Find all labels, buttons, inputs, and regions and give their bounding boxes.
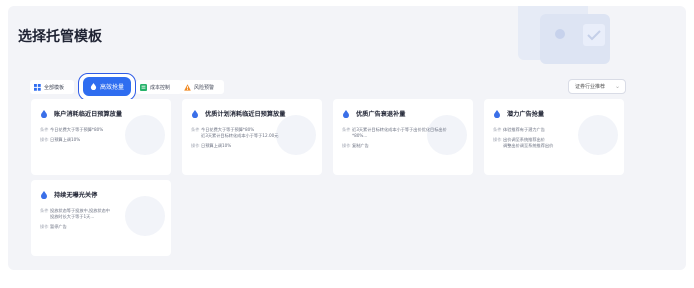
drop-icon	[41, 109, 47, 118]
template-card[interactable]: 优质广告衰退补量 条件 近3天累计目标转化成本小于等于出价优化目标出价 *80%…	[333, 99, 473, 175]
operation-row: 操作 复制广告	[342, 143, 369, 149]
condition-label: 条件	[493, 127, 502, 132]
tab-label: 全部模板	[44, 84, 65, 91]
template-card[interactable]: 潜力广告抢量 条件 体验推荐有于潜力广告 操作 出价调至系统推荐出价 调整出价调…	[484, 99, 624, 175]
card-title: 持续无曝光关停	[54, 192, 98, 199]
industry-select-value: 证券行业推荐	[575, 84, 606, 90]
warning-icon	[184, 83, 191, 91]
condition-row: 条件 体验推荐有于潜力广告	[493, 127, 545, 133]
template-card[interactable]: 优质计划消耗临近日预算放量 条件 今日花费大于等于预算*80% 近3天累计目标转…	[182, 99, 322, 175]
operation-text: 调整出价调至系统推荐出价	[503, 143, 554, 148]
operation-text: 复制广告	[352, 143, 369, 148]
condition-label: 条件	[342, 127, 351, 132]
tab-active-highlight: 高效抢量	[78, 73, 136, 101]
hero-illustration	[518, 6, 610, 64]
drop-icon	[41, 190, 47, 199]
card-title: 账户消耗临近日预算放量	[54, 111, 123, 118]
condition-text: 投放时长大于等于1天...	[50, 214, 95, 219]
operation-label: 操作	[191, 143, 200, 148]
condition-label: 条件	[40, 208, 49, 213]
drop-icon	[494, 109, 500, 118]
operation-label: 操作	[493, 137, 502, 142]
condition-text: 今日花费大于等于预算*80%	[50, 127, 104, 132]
condition-text: 近3天累计目标转化成本小于等于12.00元	[201, 133, 279, 138]
drop-icon	[90, 83, 97, 90]
tab-label: 成本控制	[150, 84, 171, 91]
condition-row: 条件 近3天累计目标转化成本小于等于出价优化目标出价 *80%...	[342, 127, 447, 139]
tab-label: 风险预警	[194, 84, 215, 91]
page-title: 选择托管模板	[18, 29, 102, 45]
template-card[interactable]: 持续无曝光关停 条件 投放状态等于投放中,投放状态中 投放时长大于等于1天...…	[31, 180, 171, 256]
tab-label: 高效抢量	[99, 84, 124, 91]
drop-icon	[343, 109, 349, 118]
chevron-down-icon: ⌄	[614, 83, 620, 90]
condition-text: *80%...	[352, 133, 368, 138]
card-watermark	[578, 115, 618, 155]
template-panel: 选择托管模板 全部模板 成本控制 风险预警 高效抢量 证券行业推荐 ⌄ 账户消耗…	[8, 6, 686, 270]
card-title: 优质广告衰退补量	[356, 111, 406, 118]
condition-row: 条件 今日花费大于等于预算*80%	[40, 127, 103, 133]
cost-icon	[140, 83, 147, 91]
operation-text: 日预算上调10%	[50, 137, 81, 142]
operation-label: 操作	[40, 224, 49, 229]
condition-text: 体验推荐有于潜力广告	[503, 127, 545, 132]
condition-row: 条件 今日花费大于等于预算*80% 近3天累计目标转化成本小于等于12.00元	[191, 127, 278, 139]
operation-row: 操作 暂停广告	[40, 224, 67, 230]
card-watermark	[125, 196, 165, 236]
grid-icon	[34, 83, 41, 91]
tab-risk-warning[interactable]: 风险预警	[180, 80, 224, 94]
condition-label: 条件	[40, 127, 49, 132]
condition-label: 条件	[191, 127, 200, 132]
operation-label: 操作	[40, 137, 49, 142]
condition-row: 条件 投放状态等于投放中,投放状态中 投放时长大于等于1天...	[40, 208, 110, 220]
card-watermark	[276, 115, 316, 155]
operation-row: 操作 日预算上调10%	[40, 137, 80, 143]
template-card[interactable]: 账户消耗临近日预算放量 条件 今日花费大于等于预算*80% 操作 日预算上调10…	[31, 99, 171, 175]
operation-text: 暂停广告	[50, 224, 67, 229]
card-title: 潜力广告抢量	[507, 111, 545, 118]
tab-cost-control[interactable]: 成本控制	[136, 80, 182, 94]
drop-icon	[192, 109, 198, 118]
operation-label: 操作	[342, 143, 351, 148]
tab-all-templates[interactable]: 全部模板	[30, 80, 74, 94]
operation-row: 操作 出价调至系统推荐出价 调整出价调至系统推荐出价	[493, 137, 553, 149]
card-watermark	[125, 115, 165, 155]
industry-select[interactable]: 证券行业推荐 ⌄	[568, 79, 626, 94]
operation-text: 日预算上调10%	[201, 143, 232, 148]
tab-efficient-grab[interactable]: 高效抢量	[83, 77, 131, 96]
operation-row: 操作 日预算上调10%	[191, 143, 231, 149]
card-title: 优质计划消耗临近日预算放量	[205, 111, 286, 118]
